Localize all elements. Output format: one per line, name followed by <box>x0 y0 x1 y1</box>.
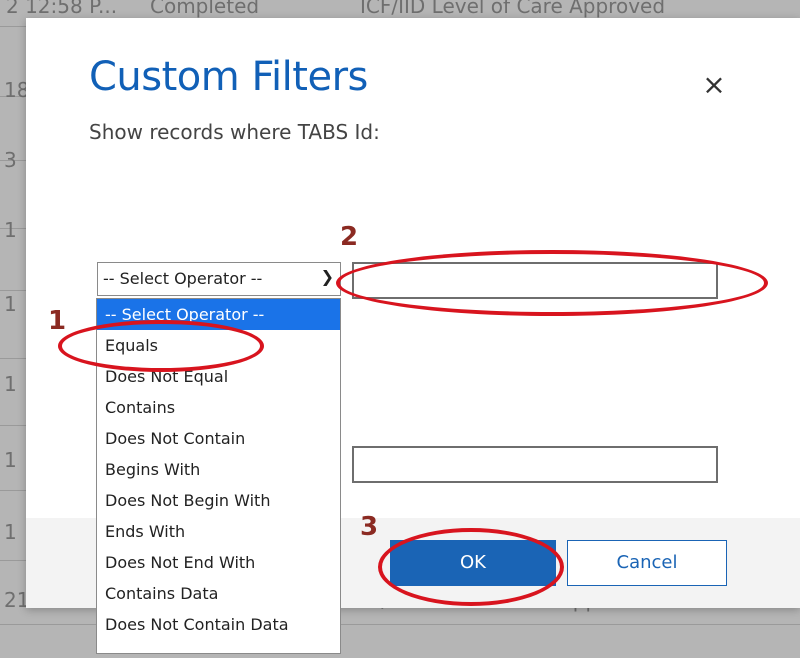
annotation-step-1: 1 <box>48 306 67 336</box>
close-icon[interactable]: × <box>699 70 729 100</box>
annotation-ellipse-3 <box>378 528 564 606</box>
dropdown-option[interactable]: Does Not End With <box>97 547 340 578</box>
cancel-button[interactable]: Cancel <box>567 540 727 586</box>
annotation-step-2: 2 <box>340 222 359 252</box>
annotation-ellipse-2 <box>336 250 768 316</box>
annotation-step-3: 3 <box>360 512 379 542</box>
bg-row-number: 1 <box>4 218 17 242</box>
bg-row-number: 3 <box>4 148 17 172</box>
dropdown-option[interactable]: Begins With <box>97 454 340 485</box>
annotation-ellipse-1 <box>58 320 264 372</box>
bg-row-number: 1 <box>4 520 17 544</box>
dropdown-option[interactable]: Does Not Contain Data <box>97 609 340 640</box>
bg-cell: Completed <box>150 0 260 18</box>
dialog-title: Custom Filters <box>89 54 368 100</box>
dropdown-option[interactable]: Ends With <box>97 516 340 547</box>
bg-cell: ICF/IID Level of Care Approved <box>360 0 666 18</box>
dropdown-option[interactable]: Contains Data <box>97 578 340 609</box>
dropdown-option[interactable]: Does Not Contain <box>97 423 340 454</box>
dropdown-option[interactable]: Does Not Begin With <box>97 485 340 516</box>
chevron-down-icon: ❯ <box>320 267 334 286</box>
dialog-subtitle: Show records where TABS Id: <box>89 120 380 144</box>
filter-value-input-2[interactable] <box>352 446 718 483</box>
operator-select-value: -- Select Operator -- <box>103 269 263 288</box>
operator-select[interactable]: -- Select Operator -- ❯ <box>97 262 341 296</box>
bg-row-number: 1 <box>4 448 17 472</box>
bg-cell: 2 12:58 P... <box>6 0 118 18</box>
bg-row-number: 1 <box>4 372 17 396</box>
bg-row-number: 1 <box>4 292 17 316</box>
dropdown-option[interactable]: Contains <box>97 392 340 423</box>
